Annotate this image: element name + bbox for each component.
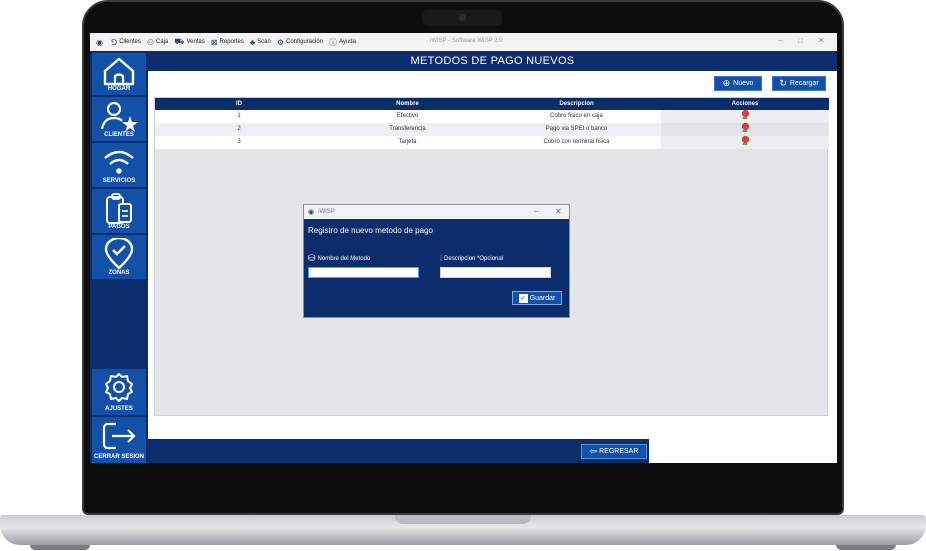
dialog-titlebar: ◉ iWISP – ✕ xyxy=(304,205,569,219)
menu-caja[interactable]: ⚇ Caja xyxy=(147,38,169,47)
regresar-button[interactable]: ⇦ REGRESAR xyxy=(581,444,647,459)
home-icon xyxy=(103,57,135,86)
gear-icon xyxy=(105,373,133,402)
row-actions: ♟ xyxy=(661,110,829,123)
guardar-button[interactable]: ✓ Guardar xyxy=(512,291,562,305)
laptop-foot-right xyxy=(836,545,896,550)
descripcion-label: ⦙ Descripcion *Opcional xyxy=(440,253,504,263)
minimize-icon[interactable]: – xyxy=(778,36,782,45)
people-icon: ⅁ xyxy=(110,37,118,47)
sidebar-item-cerrar-sesion[interactable]: CERRAR SESION xyxy=(92,417,146,463)
sidebar-item-ajustes[interactable]: AJUSTES xyxy=(92,369,146,415)
table-row[interactable]: 1 Efectivo Cobro fisico en caja ♟ xyxy=(155,110,829,123)
menu-configuracion[interactable]: ⚙ Configuración xyxy=(277,38,323,47)
footer-bar xyxy=(148,439,649,463)
menu-clientes[interactable]: ⅁ Clientes xyxy=(111,38,141,47)
wifi-icon xyxy=(104,150,134,174)
back-arrow-icon: ⇦ xyxy=(589,446,598,456)
barcode-icon: ⦙ xyxy=(440,253,443,263)
location-pin-icon xyxy=(104,238,134,270)
header-descripcion: Descripcion xyxy=(559,101,594,107)
laptop-foot-left xyxy=(30,545,90,550)
descripcion-input[interactable] xyxy=(440,267,551,278)
menubar: ◉ ⅁ Clientes ⚇ Caja ⛟ Ventas ⊠ Reportes ♣ Sca… xyxy=(90,33,837,51)
help-icon: ⓘ xyxy=(329,37,338,47)
delete-icon[interactable] xyxy=(741,110,749,117)
plus-circle-icon: ⊕ xyxy=(722,78,731,88)
sidebar-item-zonas[interactable]: ZONAS xyxy=(92,235,146,279)
window-title: iWISP - Software WISP 2.0 xyxy=(430,38,503,44)
cash-icon: ⚇ xyxy=(146,37,155,47)
maximize-icon[interactable]: □ xyxy=(798,36,803,45)
clipboard-icon xyxy=(106,193,132,224)
logout-icon xyxy=(102,422,136,450)
delete-icon[interactable] xyxy=(741,136,749,143)
header-nombre: Nombre xyxy=(396,101,419,107)
close-icon[interactable]: ✕ xyxy=(818,36,825,45)
user-star-icon xyxy=(100,101,138,132)
app-logo-icon: ◉ xyxy=(308,209,315,216)
camera-icon xyxy=(459,14,466,21)
delete-icon[interactable] xyxy=(741,123,749,130)
recargar-button[interactable]: ↻ Recargar xyxy=(772,76,826,91)
scan-icon: ♣ xyxy=(249,37,256,47)
header-id: ID xyxy=(236,101,242,107)
dialog-minimize-icon[interactable]: – xyxy=(534,207,538,216)
header-acciones: Acciones xyxy=(731,101,759,107)
row-actions: ♟ xyxy=(661,136,829,149)
sidebar-item-servicios[interactable]: SERVICIOS xyxy=(92,143,146,187)
nombre-input[interactable] xyxy=(308,267,419,278)
dialog-heading: Registro de nuevo metodo de pago xyxy=(308,226,433,235)
gear-icon: ⚙ xyxy=(276,37,284,47)
cart-icon: ⛟ xyxy=(174,37,185,46)
table-header: ID Nombre Descripcion Acciones xyxy=(155,98,829,110)
nuevo-button[interactable]: ⊕ Nuevo xyxy=(714,76,762,91)
sidebar-item-clientes[interactable]: CLIENTES xyxy=(92,97,146,141)
sidebar-item-pagos[interactable]: PAGOS xyxy=(92,189,146,233)
app-logo-icon: ◉ xyxy=(96,37,103,47)
coins-icon: ⛁ xyxy=(308,253,316,263)
checkbox-icon: ✓ xyxy=(518,293,528,303)
menu-reportes[interactable]: ⊠ Reportes xyxy=(211,38,244,47)
menu-ayuda[interactable]: ⓘ Ayuda xyxy=(329,37,356,48)
table-row[interactable]: 3 Tarjeta Cobro con terminal fisica ♟ xyxy=(155,136,829,149)
report-icon: ⊠ xyxy=(210,37,218,47)
page-title: METODOS DE PAGO NUEVOS xyxy=(148,51,837,71)
sidebar: HOGAR CLIENTES SERVICIOS PAGOS ZONAS AJU… xyxy=(90,51,148,463)
sidebar-item-hogar[interactable]: HOGAR xyxy=(92,53,146,95)
new-payment-method-dialog: ◉ iWISP – ✕ Registro de nuevo metodo de … xyxy=(303,204,570,318)
nombre-label: ⛁ Nombre del Metodo xyxy=(308,253,371,263)
row-actions: ♟ xyxy=(661,123,829,136)
menu-scan[interactable]: ♣ Scan xyxy=(250,38,271,47)
menu-ventas[interactable]: ⛟ Ventas xyxy=(174,37,204,47)
dialog-close-icon[interactable]: ✕ xyxy=(555,207,562,216)
base-notch xyxy=(395,515,531,524)
refresh-icon: ↻ xyxy=(779,78,787,88)
table-row[interactable]: 2 Transferencia Pago via SPEI o banco ♟ xyxy=(155,123,829,136)
